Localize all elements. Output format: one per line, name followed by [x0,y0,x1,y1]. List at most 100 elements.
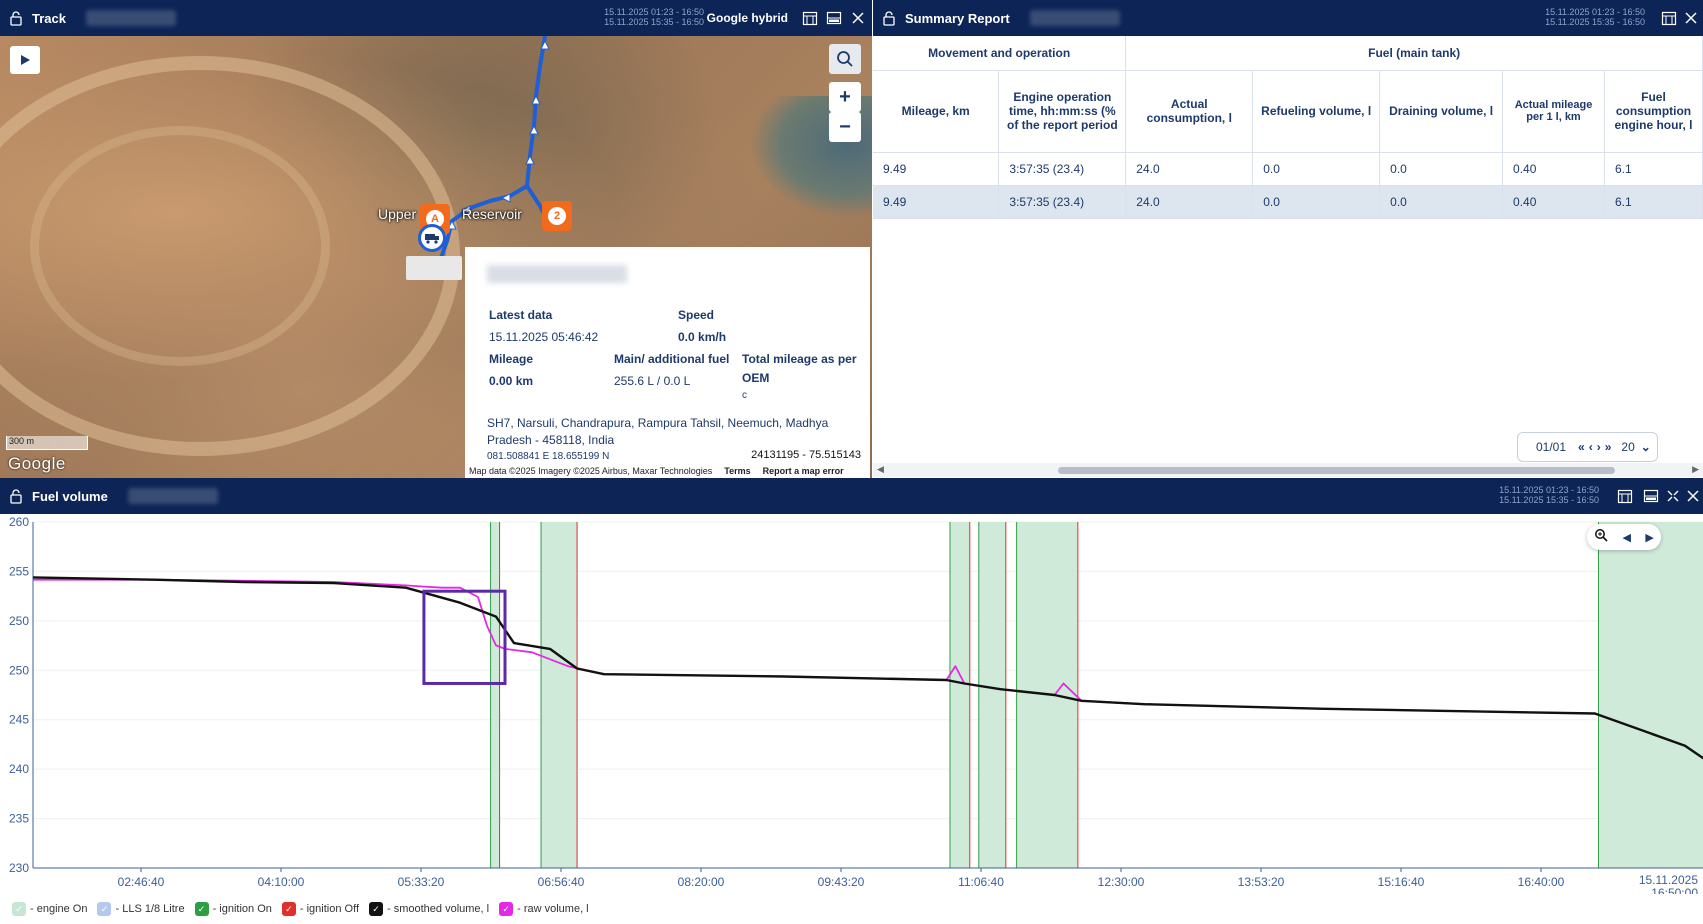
table-cell: 0.0 [1379,185,1504,219]
map-view[interactable]: Upper Reservoir A 2 + − 300 m Google Lat… [0,36,872,478]
x-tick-label: 02:46:40 [118,875,165,889]
column-header[interactable]: Engine operation time, hh:mm:ss (% of th… [998,70,1127,153]
scroll-right-icon[interactable]: ▶ [1645,531,1653,544]
column-header[interactable]: Actual mileage per 1 l, km [1502,70,1605,153]
group-header-fuel: Fuel (main tank) [1125,36,1703,71]
column-header[interactable]: Refueling volume, l [1252,70,1381,153]
legend-item-ignition-on[interactable]: ✓ - ignition On [194,902,272,916]
vehicle-address: SH7, Narsuli, Chandrapura, Rampura Tahsi… [487,416,829,447]
legend-item-ignition-off[interactable]: ✓ - ignition Off [281,902,359,916]
fuel-value: 255.6 L / 0.0 L [614,374,691,388]
layout-icon[interactable] [824,8,844,28]
lock-icon [10,489,22,504]
prev-page-icon[interactable]: ‹ [1589,440,1593,454]
x-tick-label: 09:43:20 [818,875,865,889]
close-icon[interactable] [848,8,868,28]
legend-item-raw-volume[interactable]: ✓ - raw volume, l [499,902,589,916]
vehicle-info-popup: Latest data 15.11.2025 05:46:42 Speed 0.… [465,247,870,478]
table-row[interactable]: 9.49 3:57:35 (23.4) 24.0 0.0 0.0 0.40 6.… [873,185,1703,219]
scroll-left-icon[interactable]: ◀ [877,464,884,475]
report-date-range: 15.11.2025 01:23 - 16:50 15.11.2025 15:3… [1545,7,1645,27]
zoom-icon[interactable] [1594,528,1608,547]
y-tick-label: 230 [9,861,29,875]
geo-reference: 24131195 - 75.515143 [748,448,864,462]
column-header[interactable]: Fuel consumption engine hour, l [1604,70,1703,153]
engine-on-band [949,522,970,868]
calendar-icon[interactable] [1615,486,1635,506]
track-vehicle-name [85,10,176,26]
search-icon[interactable] [829,44,861,74]
fuel-label: Main/ additional fuel [614,352,730,366]
y-tick-label: 255 [9,564,29,578]
table-cell: 9.49 [873,152,1000,186]
chart-legend: ✓ - engine On ✓ - LLS 1/8 Litre ✓ - ignitio… [12,902,599,916]
fuel-date-range: 15.11.2025 01:23 - 16:50 15.11.2025 15:3… [1499,485,1599,505]
last-page-icon[interactable]: » [1605,440,1612,454]
table-cell: 6.1 [1604,185,1703,219]
table-cell: 0.40 [1502,152,1605,186]
map-place-label: Reservoir [462,206,522,222]
summary-report-table-panel: Movement and operation Fuel (main tank) … [873,36,1703,478]
vehicle-name-blurred [487,265,627,283]
chevron-down-icon[interactable]: ⌄ [1641,440,1651,454]
x-tick-label: 12:30:00 [1098,875,1145,889]
summary-report-table: Movement and operation Fuel (main tank) … [873,36,1703,219]
mileage-value: 0.00 km [489,374,534,388]
zoom-out-button[interactable]: − [829,112,861,142]
play-button[interactable] [10,46,40,74]
calendar-icon[interactable] [1659,8,1679,28]
y-tick-label: 250 [9,614,29,628]
engine-on-band [1598,522,1703,868]
google-logo: Google [8,454,66,473]
zoom-in-button[interactable]: + [829,82,861,112]
x-tick-label: 04:10:00 [258,875,305,889]
table-row[interactable]: 9.49 3:57:35 (23.4) 24.0 0.0 0.0 0.40 6.… [873,152,1703,186]
chart-toolbar: ◀ ▶ [1587,524,1661,550]
layout-icon[interactable] [1641,486,1661,506]
first-page-icon[interactable]: « [1578,440,1585,454]
legend-item-lls[interactable]: ✓ - LLS 1/8 Litre [97,902,185,916]
fuel-panel-header: Fuel volume 15.11.2025 01:23 - 16:50 15.… [0,478,1703,514]
speed-value: 0.0 km/h [678,330,727,344]
table-cell: 9.49 [873,185,1000,219]
vehicle-icon[interactable] [418,224,446,252]
column-header[interactable]: Mileage, km [873,70,1000,153]
engine-on-band [541,522,578,868]
column-header[interactable]: Draining volume, l [1379,70,1504,153]
table-cell: 24.0 [1125,152,1254,186]
mileage-label: Mileage [489,352,534,366]
column-header[interactable]: Actual consumption, l [1125,70,1254,153]
fuel-volume-chart[interactable]: 260 255 250 250 245 240 235 230 02:46:40 04:10:00… [0,514,1703,894]
scroll-left-icon[interactable]: ◀ [1623,531,1631,544]
x-tick-label: 11:06:40 [958,875,1004,889]
oem-mileage-value: c [742,390,747,401]
close-icon[interactable] [1681,8,1701,28]
next-page-icon[interactable]: › [1597,440,1601,454]
report-map-error-link[interactable]: Report a map error [763,466,844,476]
horizontal-scrollbar[interactable]: ◀ ▶ [873,463,1703,477]
map-type-selector[interactable]: Google hybrid [707,11,788,25]
table-cell: 0.0 [1252,185,1381,219]
legend-item-engine-on[interactable]: ✓ - engine On [12,902,87,916]
y-tick-label: 240 [9,762,29,776]
table-cell: 0.40 [1502,185,1605,219]
legend-item-smoothed-volume[interactable]: ✓ - smoothed volume, l [369,902,489,916]
x-tick-label: 06:56:40 [538,875,585,889]
report-panel-title: Summary Report [905,10,1010,26]
latest-data-label: Latest data [489,308,553,322]
close-icon[interactable] [1683,486,1703,506]
collapse-icon[interactable] [1663,486,1683,506]
report-vehicle-name [1029,10,1120,26]
x-tick-label: 05:33:20 [398,875,445,889]
page-size-select[interactable]: 20 [1621,440,1634,454]
smoothed-volume-line [32,576,1703,760]
scroll-right-icon[interactable]: ▶ [1692,464,1699,475]
oem-mileage-label: Total mileage as per OEM [742,352,857,385]
vehicle-coordinates: 081.508841 E 18.655199 N [487,451,610,462]
scrollbar-thumb[interactable] [1058,467,1615,474]
terms-link[interactable]: Terms [724,466,750,476]
stop-marker[interactable]: 2 [542,201,572,231]
calendar-icon[interactable] [800,8,820,28]
track-panel-title: Track [32,10,66,26]
speed-label: Speed [678,308,715,322]
